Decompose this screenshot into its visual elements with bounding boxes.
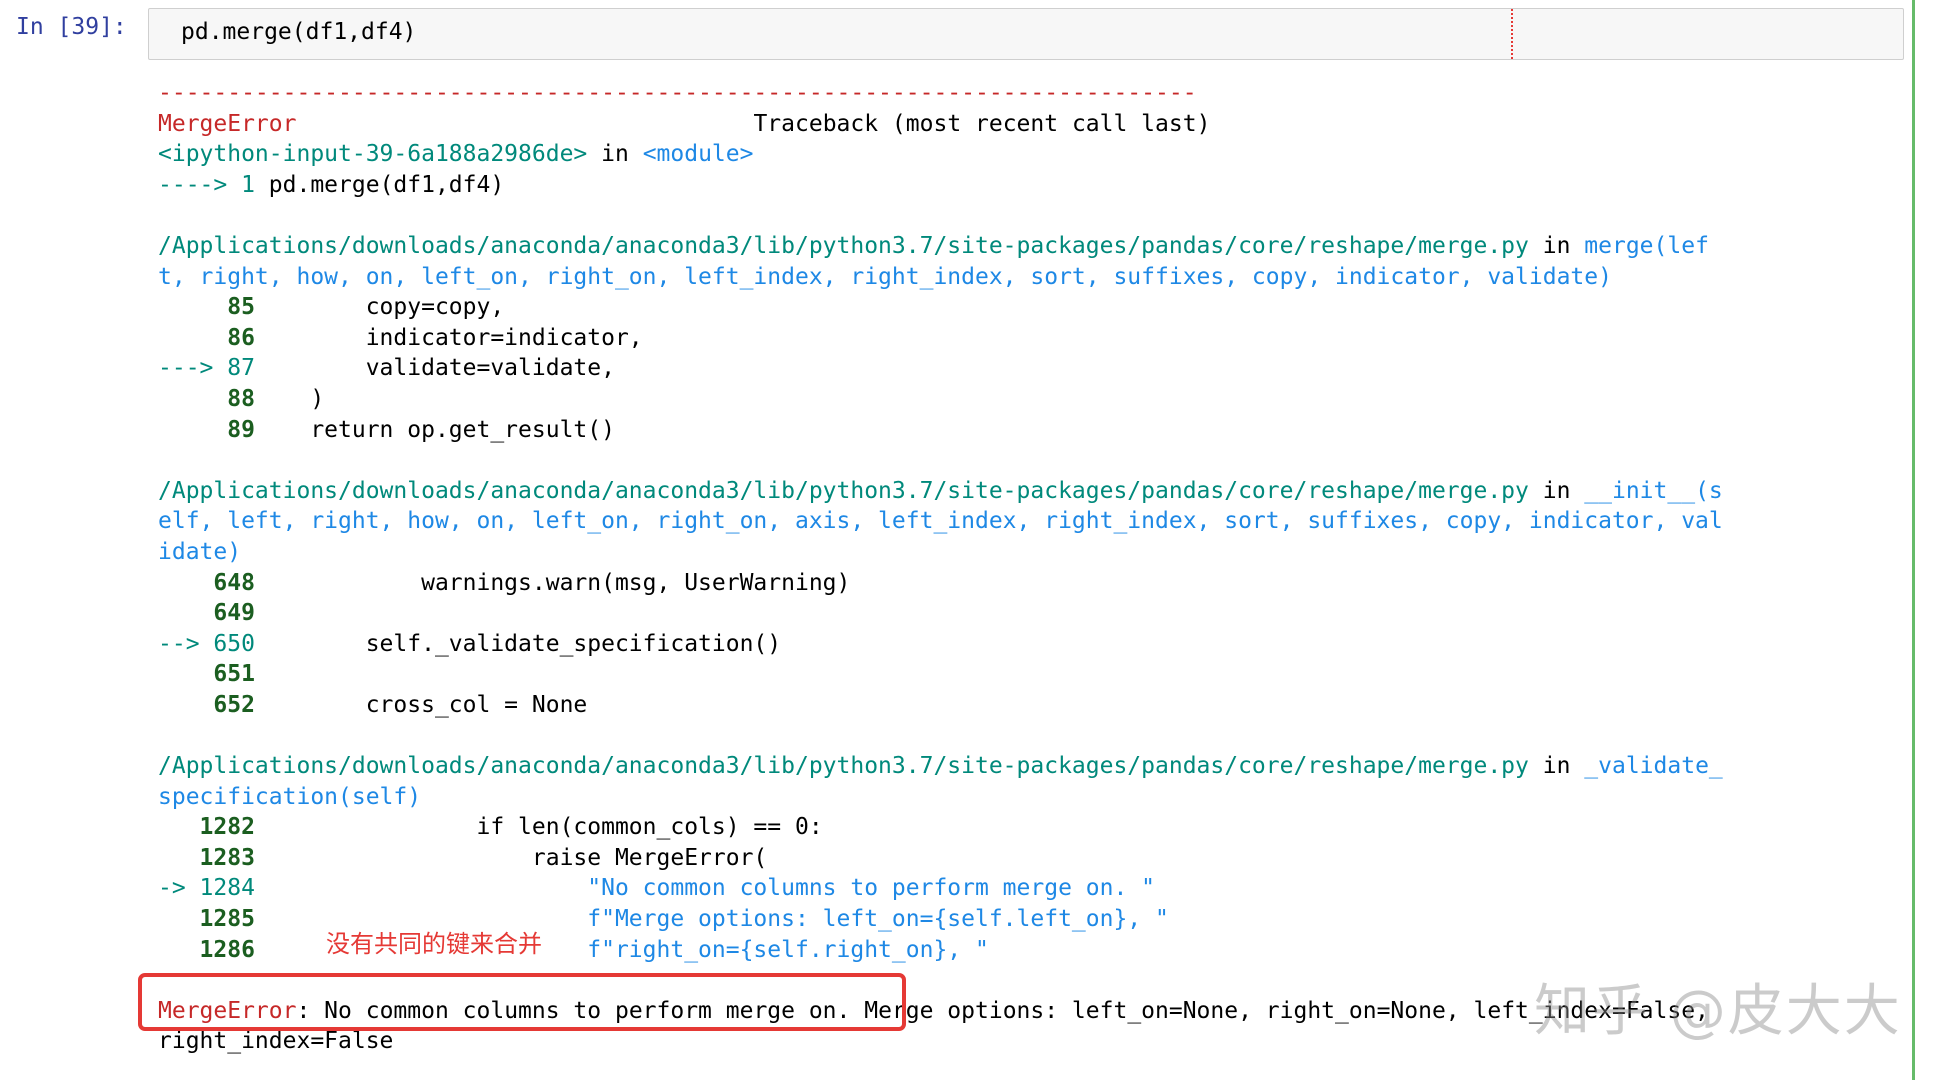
input-code[interactable]: pd.merge(df1,df4) [181,19,416,45]
code-line: 649 [158,600,255,627]
traceback-header: MergeError Traceback (most recent call l… [158,109,1918,140]
input-ref: <ipython-input-39-6a188a2986de> [158,141,588,168]
frame-signature: t, right, how, on, left_on, right_on, le… [158,263,1612,290]
watermark: 知乎 @皮大大 [1534,979,1902,1044]
call-code: pd.merge(df1,df4) [268,171,505,198]
frame-path: /Applications/downloads/anaconda/anacond… [158,232,1529,259]
frame-function: merge(lef [1584,232,1709,259]
frame-signature: elf, left, right, how, on, left_on, righ… [158,508,1723,535]
code-line-current: ---> 87 validate=validate, [158,355,615,382]
code-line: 88 ) [158,385,325,412]
frame-signature: idate) [158,538,242,565]
code-input-cell[interactable]: pd.merge(df1,df4) [148,8,1904,60]
code-line: 648 warnings.warn(msg, UserWarning) [158,569,851,596]
module-name: <module> [642,141,754,168]
code-line: 1282 if len(common_cols) == 0: [158,814,823,841]
call-arrow: ----> 1 [158,171,255,198]
code-line: 651 [158,661,255,688]
error-name: MergeError [158,110,297,137]
traceback-label: Traceback (most recent call last) [753,110,1211,137]
input-prompt: In [39]: [16,14,127,40]
annotation-note: 没有共同的键来合并 [326,930,542,958]
frame-function: _validate_ [1584,753,1723,780]
frame-path: /Applications/downloads/anaconda/anacond… [158,753,1529,780]
call-line: ----> 1 pd.merge(df1,df4) [158,170,1918,201]
traceback-output: ----------------------------------------… [158,78,1918,1057]
frame-path: /Applications/downloads/anaconda/anacond… [158,477,1529,504]
frame-header: /Applications/downloads/anaconda/anacond… [158,753,1723,780]
code-line: 652 cross_col = None [158,691,588,718]
code-line: 85 copy=copy, [158,294,505,321]
input-reference-line: <ipython-input-39-6a188a2986de> in <modu… [158,139,1918,170]
frame-header: /Applications/downloads/anaconda/anacond… [158,477,1723,504]
line-length-ruler [1511,9,1513,59]
traceback-separator: ----------------------------------------… [158,80,1197,106]
frame-function: __init__(s [1584,477,1723,504]
code-line: 89 return op.get_result() [158,416,615,443]
frame-header: /Applications/downloads/anaconda/anacond… [158,232,1709,259]
frame-signature: specification(self) [158,783,422,810]
code-line: 1283 raise MergeError( [158,844,768,871]
code-line-current: --> 650 self._validate_specification() [158,630,782,657]
code-line: 86 indicator=indicator, [158,324,643,351]
highlight-box [138,973,906,1031]
code-line-current: -> 1284 "No common columns to perform me… [158,875,1156,902]
in-word: in [601,141,629,168]
